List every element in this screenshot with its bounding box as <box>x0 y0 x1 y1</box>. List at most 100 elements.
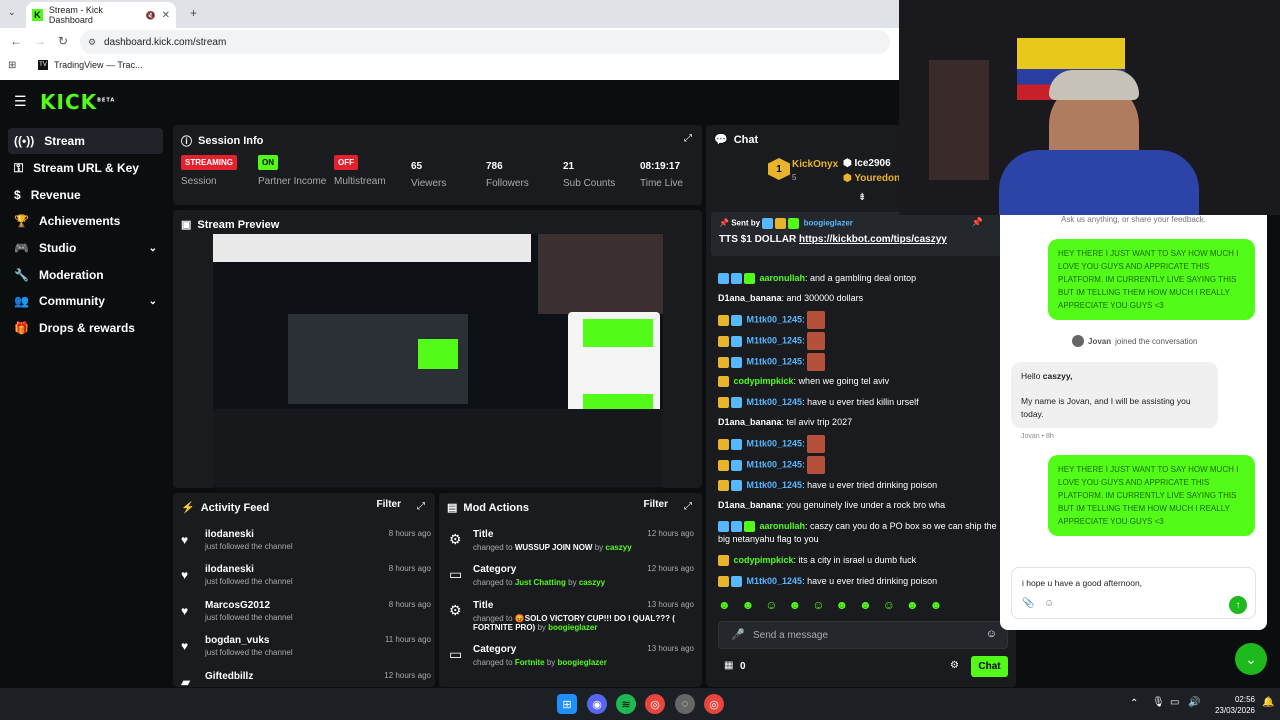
chat-user[interactable]: M1tk00_1245 <box>747 459 803 469</box>
chat-user[interactable]: M1tk00_1245 <box>747 335 803 345</box>
volume-icon[interactable]: 🔊 <box>1188 697 1200 708</box>
chrome-profile-icon[interactable]: ◎ <box>704 694 724 714</box>
send-chat-button[interactable]: Chat <box>971 656 1008 677</box>
chat-user[interactable]: D1ana_banana <box>718 417 782 427</box>
browser-tab[interactable]: K Stream - Kick Dashboard 🔇 ✕ <box>26 2 176 28</box>
pin-icon[interactable]: 📌 <box>972 217 983 228</box>
tray-chevron-icon[interactable]: ⌃ <box>1130 698 1138 709</box>
stream-preview-video[interactable] <box>213 234 663 489</box>
pinned-link[interactable]: https://kickbot.com/tips/caszyy <box>799 234 947 245</box>
chat-user[interactable]: M1tk00_1245 <box>747 480 803 490</box>
microphone-icon[interactable]: 🎤 <box>731 628 745 641</box>
chat-user[interactable]: M1tk00_1245 <box>747 397 803 407</box>
new-tab-icon[interactable]: + <box>190 6 197 20</box>
top-gifter-name[interactable]: KickOnyx <box>792 159 838 170</box>
chat-user[interactable]: M1tk00_1245 <box>747 576 803 586</box>
site-info-icon[interactable]: ⚙ <box>88 37 96 48</box>
sidebar-item-moderation[interactable]: 🔧 Moderation <box>8 262 163 288</box>
chat-user[interactable]: codypimpkick <box>734 555 794 565</box>
subs-stat: 21 Sub Counts <box>563 161 615 189</box>
chrome-icon[interactable]: ◎ <box>645 694 665 714</box>
emoji-icon[interactable]: ☺ <box>1044 598 1054 609</box>
attachment-icon[interactable]: 📎 <box>1022 598 1034 609</box>
emote-icon[interactable]: ☻ <box>906 598 919 618</box>
forward-icon[interactable]: → <box>34 34 46 48</box>
mod-user[interactable]: caszyy <box>605 543 631 552</box>
chat-user[interactable]: aaronullah <box>760 521 806 531</box>
tab-list-icon[interactable]: ⌄ <box>8 7 16 18</box>
discord-icon[interactable]: ◉ <box>587 694 607 714</box>
activity-item: ▰ Giftedbillz 12 hours ago <box>181 671 431 689</box>
chat-user[interactable]: aaronullah <box>760 273 806 283</box>
expand-icon[interactable]: ⤢ <box>417 501 425 512</box>
reload-icon[interactable]: ↻ <box>58 34 68 48</box>
gifter-2[interactable]: ⬢ Ice2906 <box>843 158 891 169</box>
sidebar-item-drops-rewards[interactable]: 🎁 Drops & rewards <box>8 315 163 341</box>
start-menu-icon[interactable]: ⊞ <box>557 694 577 714</box>
mute-icon[interactable]: 🔇 <box>146 11 156 20</box>
apps-grid-icon[interactable]: ⊞ <box>8 60 16 71</box>
activity-text: just followed the channel <box>205 613 293 622</box>
stream-preview-header: ▣ Stream Preview <box>181 218 279 232</box>
collapse-gifters-icon[interactable]: ⇟ <box>858 192 866 203</box>
emote-icon[interactable]: ☻ <box>930 598 943 618</box>
emote-icon[interactable]: ☺ <box>883 598 895 618</box>
address-bar[interactable]: ⚙ dashboard.kick.com/stream <box>80 30 890 54</box>
emote-icon[interactable]: ☺ <box>765 598 777 618</box>
mod-prefix: changed to <box>473 578 513 587</box>
sidebar-item-stream[interactable]: ((•)) Stream <box>8 128 163 154</box>
expand-icon[interactable]: ⤢ <box>684 501 692 512</box>
emote-icon[interactable]: ☻ <box>835 598 848 618</box>
emote-icon[interactable]: ☻ <box>742 598 755 618</box>
chat-user[interactable]: M1tk00_1245 <box>747 438 803 448</box>
emote-icon[interactable]: ☻ <box>859 598 872 618</box>
support-composer[interactable]: i hope u have a good afternoon, 📎 ☺ ↑ <box>1011 567 1256 619</box>
sidebar-item-revenue[interactable]: $ Revenue <box>8 182 163 208</box>
filter-button[interactable]: Filter <box>377 499 401 510</box>
sidebar-item-community[interactable]: 👥 Community ⌄ <box>8 288 163 314</box>
emoji-picker-icon[interactable]: ☺ <box>986 628 997 640</box>
mod-user[interactable]: boogieglazer <box>558 658 607 667</box>
chat-input[interactable]: 🎤 Send a message ☺ <box>718 621 1008 649</box>
chat-user[interactable]: M1tk00_1245 <box>747 356 803 366</box>
app-icon[interactable]: ◌ <box>675 694 695 714</box>
chat-user[interactable]: D1ana_banana <box>718 293 782 303</box>
pinned-user[interactable]: boogieglazer <box>804 219 853 228</box>
back-icon[interactable]: ← <box>10 34 22 48</box>
sidebar-item-stream-url-key[interactable]: ⚿ Stream URL & Key <box>8 155 163 181</box>
chat-message: aaronullah: and a gambling deal ontop <box>718 272 1003 285</box>
chat-message: M1tk00_1245: <box>718 456 1003 474</box>
microphone-tray-icon[interactable]: 🎙 <box>1152 697 1165 708</box>
gifter-3[interactable]: ⬢ Youredon <box>843 173 900 184</box>
hamburger-menu-icon[interactable]: ☰ <box>14 93 27 110</box>
spotify-icon[interactable]: ≋ <box>616 694 636 714</box>
kick-logo[interactable]: KICKBETA <box>40 90 115 114</box>
streamer-jersey <box>999 150 1199 215</box>
close-tab-icon[interactable]: ✕ <box>162 10 170 21</box>
monitor-tray-icon[interactable]: ▭ <box>1170 697 1179 708</box>
emote-icon[interactable]: ☻ <box>789 598 802 618</box>
send-arrow-icon[interactable]: ↑ <box>1229 596 1247 614</box>
panel-title: Activity Feed <box>200 501 270 514</box>
mod-user[interactable]: boogieglazer <box>548 623 597 632</box>
bookmark-tradingview[interactable]: TV TradingView — Trac... <box>38 60 143 70</box>
collapse-support-button[interactable]: ⌄ <box>1235 643 1267 675</box>
filter-button[interactable]: Filter <box>644 499 668 510</box>
chat-user[interactable]: M1tk00_1245 <box>747 314 803 324</box>
sidebar-item-achievements[interactable]: 🏆 Achievements <box>8 208 163 234</box>
emote-icon[interactable]: ☻ <box>718 598 731 618</box>
sidebar-item-studio[interactable]: 🎮 Studio ⌄ <box>8 235 163 261</box>
points-icon[interactable]: ▦ <box>724 660 733 671</box>
mod-by: by <box>568 578 577 587</box>
chat-user[interactable]: D1ana_banana <box>718 500 782 510</box>
webcam-overlay <box>899 0 1280 215</box>
kick-favicon: K <box>32 9 43 21</box>
expand-icon[interactable]: ⤢ <box>684 133 692 144</box>
chat-user[interactable]: codypimpkick <box>734 376 794 386</box>
notification-icon[interactable]: 🔔 <box>1262 697 1274 708</box>
multistream-stat: OFF Multistream <box>334 155 386 187</box>
emote-icon[interactable]: ☺ <box>812 598 824 618</box>
clock[interactable]: 02:56 23/03/2026 <box>1205 694 1255 716</box>
chat-settings-icon[interactable]: ⚙ <box>950 660 959 671</box>
mod-user[interactable]: caszyy <box>579 578 605 587</box>
